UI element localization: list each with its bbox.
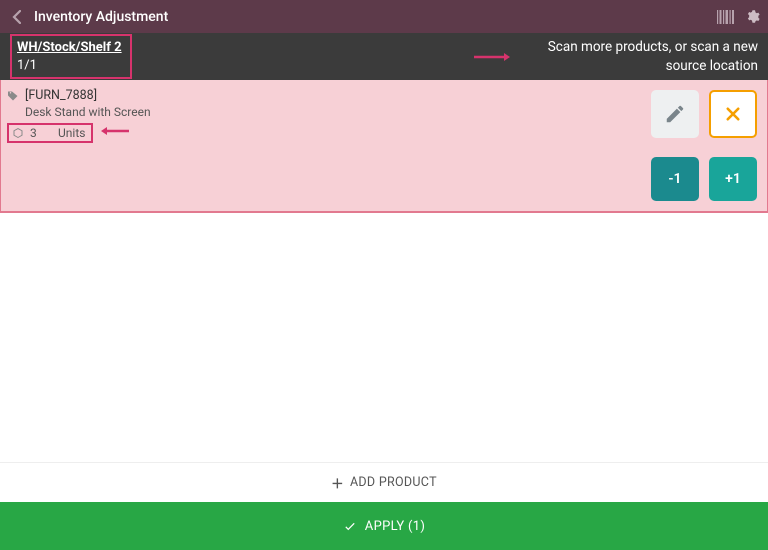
product-sku: [FURN_7888] <box>25 88 97 103</box>
location-path: WH/Stock/Shelf 2 <box>17 39 122 57</box>
cancel-button[interactable] <box>709 90 757 138</box>
apply-button[interactable]: APPLY (1) <box>0 502 768 550</box>
add-product-button[interactable]: ＋ ADD PRODUCT <box>0 462 768 502</box>
back-icon[interactable] <box>8 10 24 24</box>
location-box[interactable]: WH/Stock/Shelf 2 1/1 <box>10 34 132 79</box>
tag-icon <box>7 90 19 102</box>
quantity-value: 3 <box>30 126 52 140</box>
increment-button[interactable]: +1 <box>709 157 757 201</box>
location-bar: WH/Stock/Shelf 2 1/1 Scan more products,… <box>0 33 768 80</box>
empty-area <box>0 213 768 462</box>
arrow-left-icon <box>101 126 129 136</box>
edit-button[interactable] <box>651 90 699 138</box>
quantity-uom: Units <box>58 126 85 140</box>
decrement-button[interactable]: -1 <box>651 157 699 201</box>
product-card: [FURN_7888] Desk Stand with Screen 3 Uni… <box>0 80 768 213</box>
app-header: Inventory Adjustment <box>0 0 768 33</box>
apply-label: APPLY (1) <box>365 519 425 534</box>
location-count: 1/1 <box>17 57 122 75</box>
product-name: Desk Stand with Screen <box>25 105 757 119</box>
add-product-label: ADD PRODUCT <box>350 475 437 490</box>
page-title: Inventory Adjustment <box>34 9 168 25</box>
check-icon <box>343 519 357 533</box>
plus-icon: ＋ <box>331 473 344 492</box>
scan-hint: Scan more products, or scan a new source… <box>518 38 758 74</box>
cube-icon <box>12 127 24 139</box>
quantity-box[interactable]: 3 Units <box>7 123 93 143</box>
arrow-right-icon <box>474 52 510 62</box>
barcode-icon[interactable] <box>717 10 735 24</box>
gear-icon[interactable] <box>745 9 760 24</box>
